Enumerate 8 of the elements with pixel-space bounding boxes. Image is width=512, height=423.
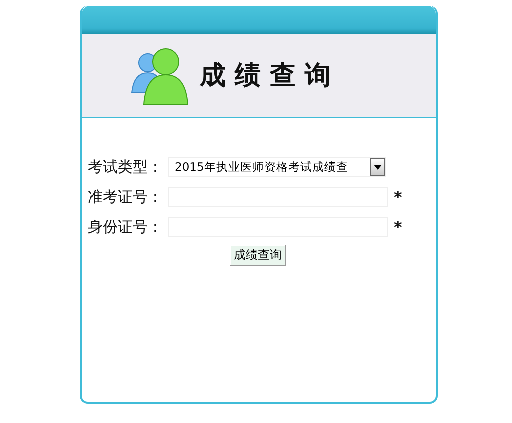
field-label: 准考证号： — [88, 188, 164, 206]
query-button[interactable]: 成绩查询 — [230, 245, 286, 266]
exam-type-select[interactable]: 2015年执业医师资格考试成绩查 — [168, 157, 386, 177]
field-label: 身份证号： — [88, 218, 164, 236]
field-label: 考试类型： — [88, 158, 164, 176]
required-mark: * — [394, 218, 402, 236]
banner-title: 成 绩 查 询 — [200, 60, 332, 93]
required-mark: * — [394, 188, 402, 206]
